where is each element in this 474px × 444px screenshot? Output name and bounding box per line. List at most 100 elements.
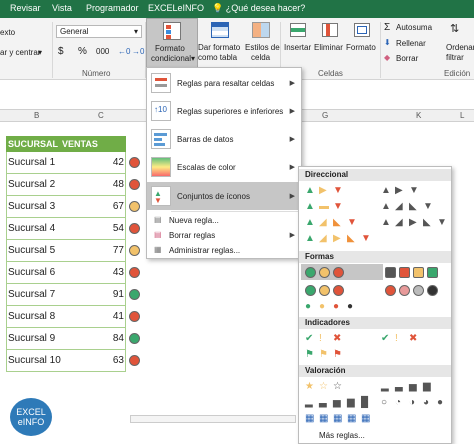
delete-cells-icon [322, 23, 338, 37]
increase-decimal-icon[interactable]: ←0 [118, 47, 130, 56]
decrease-decimal-icon[interactable]: →0 [132, 47, 144, 56]
table-row[interactable]: Sucursal 5 77 [6, 240, 126, 262]
icon-set-3-stars[interactable]: ★ ☆ ☆ [305, 381, 344, 392]
menu-item-color-scales[interactable]: Escalas de color ▶ [147, 154, 301, 180]
arrow-icon: ▼ [409, 185, 419, 196]
ribbon-tabs: Revisar Vista Programador EXCELeINFO 💡 ¿… [0, 0, 474, 18]
icon-set-3-symbols-circled[interactable]: ✔! ✖ [305, 333, 344, 344]
shape-icon [319, 285, 330, 296]
arrow-icon: ▲ [381, 185, 391, 196]
icon-set-5-ratings[interactable]: ▂ ▃ ▅ ▆ █ [305, 397, 372, 408]
icon-sets-submenu: Direccional Formas Indicadores Valoració… [298, 166, 452, 444]
arrow-icon: ◕ [423, 397, 430, 408]
tab-exceleinfo[interactable]: EXCELeINFO [148, 3, 204, 13]
table-row[interactable]: Sucursal 8 41 [6, 306, 126, 328]
table-row[interactable]: Sucursal 10 63 [6, 350, 126, 372]
more-rules-link[interactable]: Más reglas... [319, 431, 365, 440]
shape-icon [319, 267, 330, 278]
tab-programador[interactable]: Programador [86, 3, 139, 13]
table-row[interactable]: Sucursal 4 54 [6, 218, 126, 240]
section-indicadores: Indicadores [299, 317, 451, 329]
header-sucursal: SUCURSAL [8, 139, 59, 149]
table-row[interactable]: Sucursal 6 43 [6, 262, 126, 284]
tab-vista[interactable]: Vista [52, 3, 72, 13]
icon-set-3-signs[interactable] [305, 285, 344, 296]
tab-revisar[interactable]: Revisar [10, 3, 41, 13]
status-circle-icon [129, 355, 140, 366]
format-as-table-button[interactable]: Dar formato como tabla [198, 18, 242, 68]
column-g[interactable]: G [322, 111, 328, 120]
fill-button[interactable]: ⬇ Rellenar [384, 38, 444, 50]
table-header: SUCURSAL VENTAS [6, 136, 126, 152]
menu-item-top-bottom-rules[interactable]: ↑10 Reglas superiores e inferiores ▶ [147, 98, 301, 124]
insert-cells-icon [290, 23, 306, 37]
cell-styles-button[interactable]: Estilos de celda [243, 18, 280, 68]
menu-item-icon-sets[interactable]: ▲ ▼ Conjuntos de íconos ▶ [147, 182, 301, 210]
table-icon [211, 22, 229, 38]
data-bars-icon [151, 129, 171, 149]
icon-set-5-arrows[interactable]: ▲ ◢ ▶ ◣ ▼ [305, 233, 372, 244]
icon-set-3-flags[interactable]: ⚑ ⚑ ⚑ [305, 349, 344, 360]
table-row[interactable]: Sucursal 7 91 [6, 284, 126, 306]
icon-set-3-arrows[interactable]: ▲ ▶ ▼ [305, 185, 344, 196]
currency-button[interactable]: $ [58, 46, 64, 57]
icon-set-4-arrows-gray[interactable]: ▲ ◢ ◣ ▼ [381, 201, 434, 212]
arrow-icon: ▲ [305, 217, 315, 228]
menu-item-new-rule[interactable]: ▤ Nueva regla... [147, 214, 301, 227]
insert-button[interactable]: Insertar [282, 18, 314, 68]
arrow-icon: ◢ [319, 217, 327, 228]
conditional-format-button[interactable]: Formato condicional ▾ [146, 18, 198, 68]
icon-set-3-arrows-gray[interactable]: ▲ ▶ ▼ [381, 185, 420, 196]
clear-button[interactable]: ◆ Borrar [384, 53, 444, 65]
menu-item-clear-rules[interactable]: ▤ Borrar reglas ▶ [147, 229, 301, 242]
icon-set-5-arrows-gray[interactable]: ▲ ◢ ▶ ◣ ▼ [381, 217, 448, 228]
column-k[interactable]: K [416, 111, 421, 120]
arrow-icon: ✖ [409, 333, 418, 344]
icon-set-4-ratings[interactable]: ▂ ▃ ▅ ▆ [381, 381, 434, 392]
shape-icon [413, 267, 424, 278]
arrow-icon: ! [395, 333, 398, 344]
menu-item-manage-rules[interactable]: ▦ Administrar reglas... [147, 244, 301, 257]
shape-icon [385, 285, 396, 296]
arrow-icon: ▬ [319, 201, 329, 212]
tell-me-search[interactable]: 💡 ¿Qué desea hacer? [212, 3, 305, 14]
icon-set-red-to-black[interactable] [385, 285, 438, 296]
icon-set-3-traffic-lights[interactable] [305, 267, 344, 278]
ribbon-text-partial: exto [0, 28, 16, 37]
percent-button[interactable]: % [78, 46, 87, 57]
sort-filter-button[interactable]: ⇅ Ordenar filtrar [444, 18, 474, 68]
icon-set-4-arrows[interactable]: ▲ ◢ ◣ ▼ [305, 217, 358, 228]
number-format-select[interactable]: General ▾ [56, 25, 142, 38]
table-row[interactable]: Sucursal 2 48 [6, 174, 126, 196]
column-c[interactable]: C [98, 111, 104, 120]
table-row[interactable]: Sucursal 1 42 [6, 152, 126, 174]
thousands-button[interactable]: 000 [96, 47, 109, 56]
chevron-down-icon[interactable]: ▾ [38, 48, 42, 57]
icon-set-4-traffic-lights[interactable] [385, 267, 438, 278]
merge-center-button[interactable]: ar y centrar [0, 48, 40, 57]
arrow-icon: ▲ [381, 217, 391, 228]
table-row[interactable]: Sucursal 3 67 [6, 196, 126, 218]
format-button[interactable]: Formato [346, 18, 378, 68]
menu-item-data-bars[interactable]: Barras de datos ▶ [147, 126, 301, 152]
horizontal-scrollbar[interactable] [130, 415, 296, 423]
icon-set-3-triangles[interactable]: ▲ ▬ ▼ [305, 201, 344, 212]
menu-item-highlight-rules[interactable]: Reglas para resaltar celdas ▶ [147, 70, 301, 96]
arrow-icon: ◢ [395, 217, 403, 228]
arrow-icon: ▼ [333, 185, 343, 196]
shape-icon [427, 285, 438, 296]
section-formas: Formas [299, 251, 451, 263]
icon-set-5-quarters[interactable]: ○ ◔ ◑ ◕ ● [381, 397, 448, 408]
autosum-button[interactable]: Σ Autosuma [384, 22, 444, 34]
icon-set-5-boxes[interactable]: ▦ ▦ ▦ ▦ ▦ [305, 413, 372, 424]
arrow-icon: ☆ [319, 381, 328, 392]
delete-button[interactable]: Eliminar [314, 18, 346, 68]
icon-set-4-traffic-rimmed[interactable]: ● ● ● ● [305, 301, 358, 312]
icon-set-3-symbols[interactable]: ✔! ✖ [381, 333, 420, 344]
column-l[interactable]: L [460, 111, 464, 120]
arrow-icon: ⚑ [319, 349, 328, 360]
status-circle-icon [129, 289, 140, 300]
table-row[interactable]: Sucursal 9 84 [6, 328, 126, 350]
column-b[interactable]: B [34, 111, 39, 120]
arrow-icon: ⚑ [333, 349, 342, 360]
